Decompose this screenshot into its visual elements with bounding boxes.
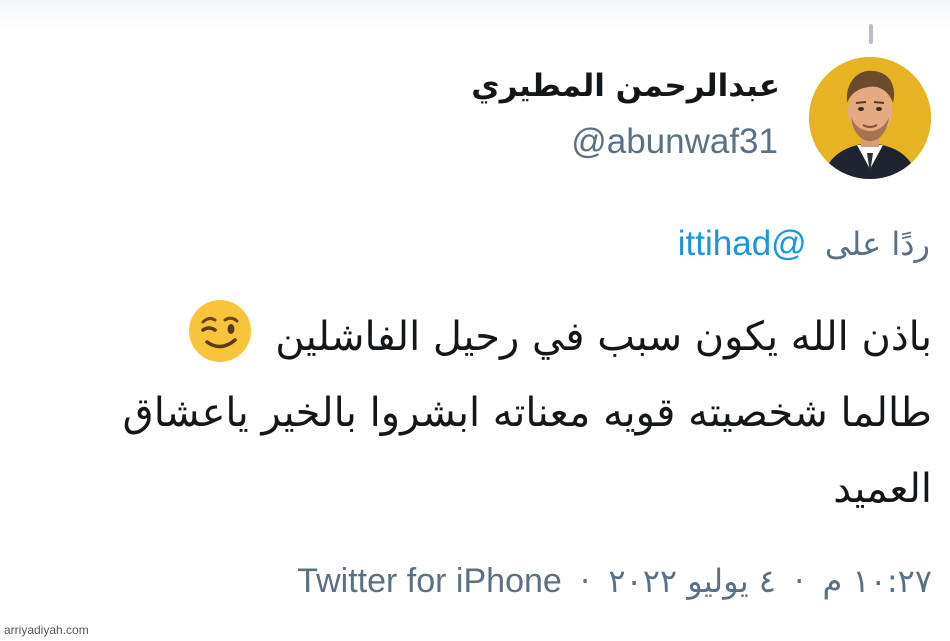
- tweet-line: طالما شخصيته قويه معناته ابشروا بالخير ي…: [122, 390, 932, 436]
- replying-to: ردًا على @ittihad: [678, 224, 930, 264]
- tweet-time[interactable]: ١٠:٢٧ م: [822, 562, 932, 600]
- separator-dot: ·: [794, 562, 805, 600]
- top-blurred-area: [0, 0, 950, 30]
- user-photo-avatar-icon: [809, 57, 931, 179]
- tweet-line: العميد: [833, 466, 932, 512]
- tweet-metadata: ١٠:٢٧ م · ٤ يوليو ٢٠٢٢ · Twitter for iPh…: [297, 562, 932, 601]
- replying-to-handle-link[interactable]: @ittihad: [678, 224, 807, 263]
- separator-dot: ·: [579, 562, 591, 600]
- author-avatar[interactable]: [809, 57, 931, 179]
- author-handle[interactable]: @abunwaf31: [571, 122, 778, 162]
- watermark: arriyadiyah.com: [4, 623, 89, 637]
- scroll-indicator: [869, 24, 873, 44]
- author-display-name[interactable]: عبدالرحمن المطيري: [471, 68, 780, 104]
- winking-face-emoji-icon: [187, 298, 253, 364]
- replying-to-label: ردًا على: [824, 225, 930, 263]
- tweet-text: باذن الله يكون سبب في رحيل الفاشلين طالم…: [0, 298, 932, 527]
- tweet-source[interactable]: Twitter for iPhone: [297, 562, 562, 600]
- tweet-line: باذن الله يكون سبب في رحيل الفاشلين: [0, 298, 932, 375]
- tweet-screenshot: عبدالرحمن المطيري @abunwaf31 ردًا على @i…: [0, 0, 950, 641]
- tweet-line-text: باذن الله يكون سبب في رحيل الفاشلين: [275, 314, 932, 360]
- tweet-date[interactable]: ٤ يوليو ٢٠٢٢: [608, 562, 776, 600]
